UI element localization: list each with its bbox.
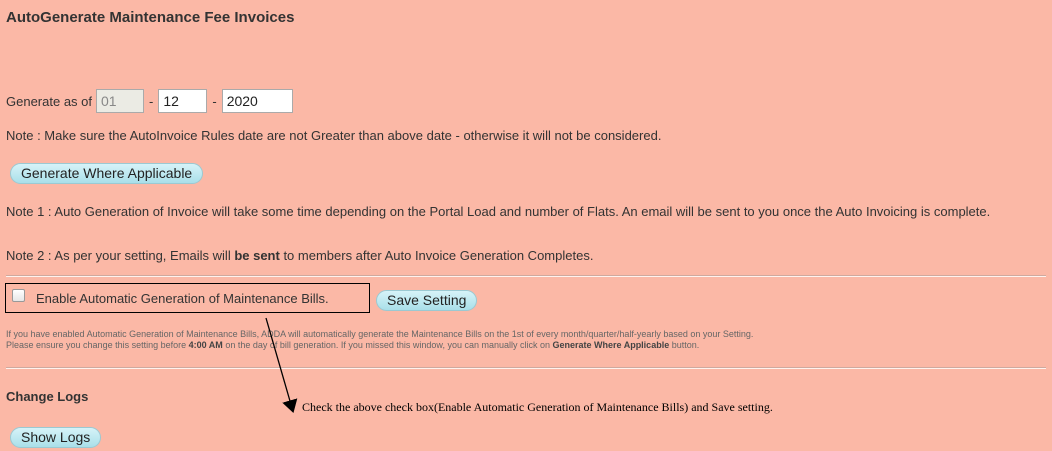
annotation-arrow <box>265 317 298 413</box>
annotation-callout: Check the above check box(Enable Automat… <box>302 400 773 414</box>
arrow-line <box>265 317 298 413</box>
